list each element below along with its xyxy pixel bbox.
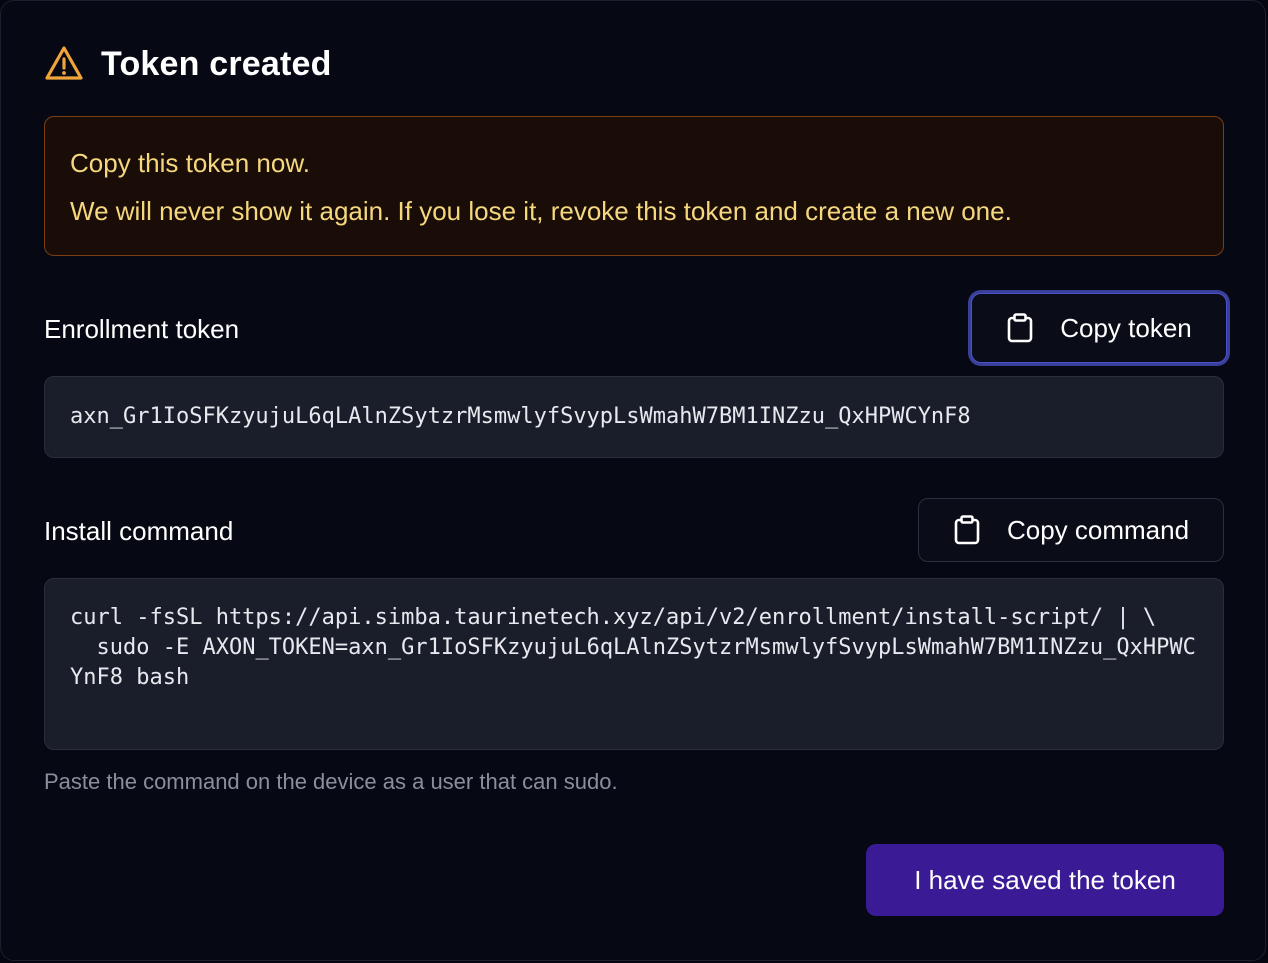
alert-headline: Copy this token now.: [70, 148, 310, 178]
dialog-header: Token created: [44, 41, 332, 87]
install-command-hint: Paste the command on the device as a use…: [44, 769, 618, 794]
copy-token-button[interactable]: Copy token: [971, 293, 1227, 363]
enrollment-token-label: Enrollment token: [44, 314, 240, 344]
dialog-title: Token created: [101, 44, 332, 83]
alert-message: We will never show it again. If you lose…: [70, 196, 1012, 226]
install-command-label: Install command: [44, 516, 234, 546]
install-command-value[interactable]: curl -fsSL https://api.simba.taurinetech…: [44, 578, 1224, 750]
copy-token-label: Copy token: [1060, 312, 1192, 343]
enrollment-token-value[interactable]: axn_Gr1IoSFKzyujuL6qLAlnZSytzrMsmwlyfSvy…: [44, 376, 1224, 458]
copy-command-label: Copy command: [1006, 514, 1190, 545]
warning-alert: Copy this token now. We will never show …: [44, 116, 1224, 256]
clipboard-icon: [1006, 313, 1034, 343]
saved-token-button[interactable]: I have saved the token: [866, 844, 1224, 916]
warning-triangle-icon: [44, 44, 84, 84]
token-created-dialog: Token created Copy this token now. We wi…: [0, 0, 1266, 961]
copy-command-button[interactable]: Copy command: [918, 498, 1224, 562]
clipboard-icon: [953, 515, 981, 545]
